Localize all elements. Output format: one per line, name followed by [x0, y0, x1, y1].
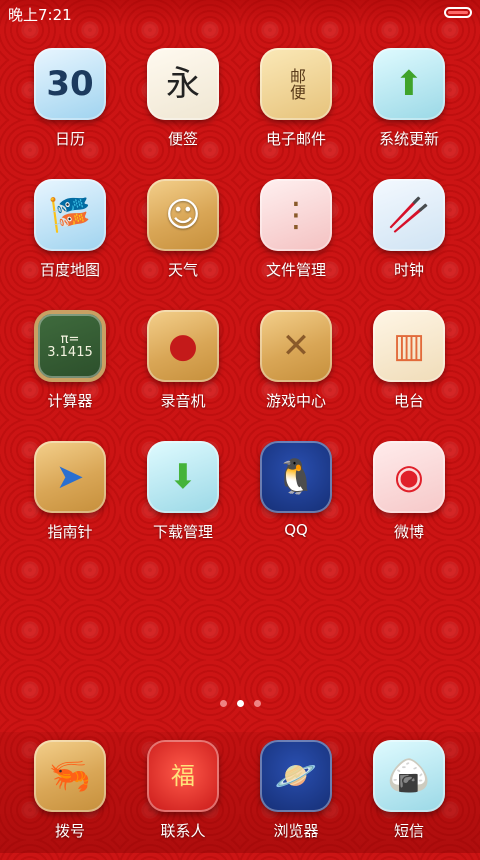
- app-label: 游戏中心: [265, 392, 326, 410]
- app-file-manager[interactable]: ⋮ 文件管理: [240, 179, 352, 299]
- toy-icon: ✕: [260, 310, 332, 382]
- app-baidu-map[interactable]: 🎏 百度地图: [14, 179, 126, 299]
- record-button-icon: ●: [147, 310, 219, 382]
- mail-icon: 邮便: [260, 48, 332, 120]
- download-icon: ⬇: [147, 441, 219, 513]
- status-bar: 晚上7:21: [0, 0, 480, 26]
- app-calculator[interactable]: π= 3.1415 计算器: [14, 310, 126, 430]
- carp-fish-icon: 🎏: [34, 179, 106, 251]
- app-notes[interactable]: 永 便签: [127, 48, 239, 168]
- app-label: 短信: [393, 822, 424, 840]
- status-time: 晚上7:21: [8, 6, 72, 24]
- app-label: 计算器: [47, 392, 93, 410]
- folder-icon: ⋮: [260, 179, 332, 251]
- dock-messages[interactable]: 🍙 短信: [353, 740, 465, 860]
- compass-icon: ➤: [34, 441, 106, 513]
- app-clock[interactable]: 🥢 时钟: [353, 179, 465, 299]
- app-label: 系统更新: [378, 130, 439, 148]
- app-label: 浏览器: [273, 822, 319, 840]
- app-label: 拨号: [54, 822, 85, 840]
- app-label: 日历: [54, 130, 85, 148]
- app-label: 指南针: [47, 523, 93, 541]
- app-system-update[interactable]: ⬆ 系统更新: [353, 48, 465, 168]
- dock-contacts[interactable]: 福 联系人: [127, 740, 239, 860]
- app-label: QQ: [284, 521, 308, 539]
- app-label: 电台: [393, 392, 424, 410]
- app-label: 文件管理: [265, 261, 326, 279]
- app-download-manager[interactable]: ⬇ 下载管理: [127, 441, 239, 561]
- weibo-icon: ◉: [373, 441, 445, 513]
- sushi-icon: 🍙: [373, 740, 445, 812]
- app-label: 录音机: [160, 392, 206, 410]
- page-dot[interactable]: [253, 700, 261, 707]
- app-label: 电子邮件: [265, 130, 326, 148]
- teru-teru-doll-icon: ☺: [147, 179, 219, 251]
- app-label: 微博: [393, 523, 424, 541]
- chalkboard-icon: π= 3.1415: [34, 310, 106, 382]
- calendar-icon: 30: [34, 48, 106, 120]
- app-email[interactable]: 邮便 电子邮件: [240, 48, 352, 168]
- page-dot-active[interactable]: [236, 700, 244, 707]
- app-weibo[interactable]: ◉ 微博: [353, 441, 465, 561]
- chopsticks-icon: 🥢: [373, 179, 445, 251]
- page-dot[interactable]: [219, 700, 227, 707]
- notes-icon: 永: [147, 48, 219, 120]
- app-radio[interactable]: ▥ 电台: [353, 310, 465, 430]
- daruma-icon: 福: [147, 740, 219, 812]
- radio-icon: ▥: [373, 310, 445, 382]
- dock-browser[interactable]: 🪐 浏览器: [240, 740, 352, 860]
- battery-icon: [444, 7, 472, 18]
- app-compass[interactable]: ➤ 指南针: [14, 441, 126, 561]
- app-label: 百度地图: [39, 261, 100, 279]
- app-qq[interactable]: 🐧 QQ: [240, 441, 352, 561]
- app-label: 时钟: [393, 261, 424, 279]
- app-game-center[interactable]: ✕ 游戏中心: [240, 310, 352, 430]
- phone-shrimp-icon: 🦐: [34, 740, 106, 812]
- page-indicator[interactable]: [0, 700, 480, 712]
- penguin-icon: 🐧: [260, 441, 332, 513]
- app-label: 下载管理: [152, 523, 213, 541]
- planet-icon: 🪐: [260, 740, 332, 812]
- app-label: 天气: [167, 261, 198, 279]
- app-label: 便签: [167, 130, 198, 148]
- app-label: 联系人: [160, 822, 206, 840]
- dock-dialer[interactable]: 🦐 拨号: [14, 740, 126, 860]
- app-recorder[interactable]: ● 录音机: [127, 310, 239, 430]
- app-weather[interactable]: ☺ 天气: [127, 179, 239, 299]
- update-arrow-icon: ⬆: [373, 48, 445, 120]
- app-calendar[interactable]: 30 日历: [14, 48, 126, 168]
